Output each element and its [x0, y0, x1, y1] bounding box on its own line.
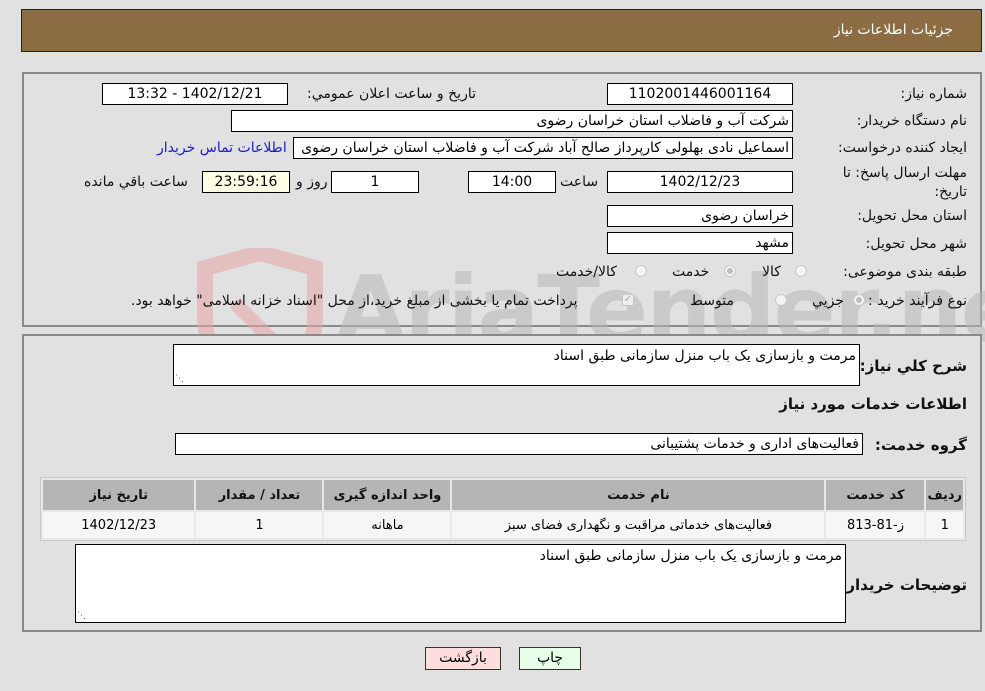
- page-header: جزئیات اطلاعات نیاز: [21, 9, 982, 52]
- description-textarea[interactable]: مرمت و بازسازی یک باب منزل سازمانی طبق ا…: [173, 344, 860, 386]
- deadline-time-label: ساعت: [560, 174, 599, 190]
- resize-grip-icon[interactable]: ⋰: [77, 612, 86, 621]
- services-title: اطلاعات خدمات مورد نیاز: [779, 395, 967, 413]
- col-quantity: تعداد / مقدار: [196, 480, 323, 510]
- cell-service-code: ز-81-813: [826, 512, 925, 538]
- category-radio-goods[interactable]: [795, 265, 807, 277]
- deadline-date-field: 1402/12/23: [607, 171, 793, 193]
- process-option-minor: جزيي: [812, 293, 844, 309]
- remaining-time-field: 23:59:16: [202, 171, 290, 193]
- buyer-org-field: شرکت آب و فاضلاب استان خراسان رضوی: [231, 110, 793, 132]
- resize-grip-icon[interactable]: ⋰: [175, 375, 184, 384]
- buyer-notes-label: توضیحات خریدار:: [840, 576, 967, 594]
- city-field: مشهد: [607, 232, 793, 254]
- deadline-label: مهلت ارسال پاسخ: تا تاریخ:: [842, 165, 967, 200]
- col-unit: واحد اندازه گیری: [324, 480, 451, 510]
- service-group-field: فعالیت‌های اداری و خدمات پشتیبانی: [175, 433, 863, 455]
- announce-label: تاریخ و ساعت اعلان عمومي:: [307, 86, 476, 102]
- category-option-goods: کالا: [762, 264, 781, 280]
- buyer-notes-text: مرمت و بازسازی یک باب منزل سازمانی طبق ا…: [539, 548, 842, 564]
- category-option-service: خدمت: [672, 264, 710, 280]
- process-radio-minor[interactable]: [853, 294, 865, 306]
- remaining-days-field: 1: [331, 171, 419, 193]
- category-label: طبقه بندی موضوعی:: [843, 264, 967, 280]
- col-service-code: کد خدمت: [826, 480, 925, 510]
- category-radio-service[interactable]: [724, 265, 736, 277]
- announce-field: 1402/12/21 - 13:32: [102, 83, 288, 105]
- days-label: روز و: [296, 174, 328, 190]
- province-field: خراسان رضوی: [607, 205, 793, 227]
- col-row-number: ردیف: [926, 480, 963, 510]
- description-label: شرح کلي نیاز:: [859, 357, 967, 375]
- requester-field: اسماعیل نادی بهلولی کارپرداز صالح آباد ش…: [293, 137, 793, 159]
- services-table: ردیف کد خدمت نام خدمت واحد اندازه گیری ت…: [40, 477, 966, 541]
- col-need-date: تاریخ نیاز: [43, 480, 195, 510]
- cell-unit: ماهانه: [324, 512, 451, 538]
- buyer-org-label: نام دستگاه خریدار:: [856, 113, 967, 129]
- buyer-contact-link[interactable]: اطلاعات تماس خریدار: [157, 140, 287, 156]
- service-group-label: گروه خدمت:: [874, 436, 967, 454]
- treasury-note: پرداخت تمام یا بخشی از مبلغ خرید،از محل …: [131, 293, 578, 309]
- city-label: شهر محل تحویل:: [865, 236, 967, 252]
- province-label: استان محل تحویل:: [857, 208, 967, 224]
- need-number-field: 1102001446001164: [607, 83, 793, 105]
- category-option-goods-service: کالا/خدمت: [556, 264, 617, 280]
- print-button[interactable]: چاپ: [519, 647, 581, 670]
- need-number-label: شماره نیاز:: [900, 86, 968, 102]
- page-title: جزئیات اطلاعات نیاز: [833, 22, 953, 38]
- process-label: نوع فرآیند خرید :: [868, 293, 967, 309]
- deadline-time-field: 14:00: [468, 171, 556, 193]
- process-option-medium: متوسط: [690, 293, 734, 309]
- remaining-label: ساعت باقي مانده: [84, 174, 188, 190]
- process-radio-medium[interactable]: [775, 294, 787, 306]
- back-button[interactable]: بازگشت: [425, 647, 501, 670]
- description-text: مرمت و بازسازی یک باب منزل سازمانی طبق ا…: [553, 348, 856, 364]
- cell-row-number: 1: [926, 512, 963, 538]
- category-radio-goods-service[interactable]: [635, 265, 647, 277]
- cell-need-date: 1402/12/23: [43, 512, 195, 538]
- cell-service-name: فعالیت‌های خدماتی مراقبت و نگهداری فضای …: [452, 512, 825, 538]
- buyer-notes-textarea[interactable]: مرمت و بازسازی یک باب منزل سازمانی طبق ا…: [75, 544, 846, 623]
- table-row: 1 ز-81-813 فعالیت‌های خدماتی مراقبت و نگ…: [43, 512, 963, 538]
- treasury-checkbox[interactable]: ✓: [622, 294, 634, 306]
- cell-quantity: 1: [196, 512, 323, 538]
- requester-label: ایجاد کننده درخواست:: [838, 140, 967, 156]
- col-service-name: نام خدمت: [452, 480, 825, 510]
- table-header-row: ردیف کد خدمت نام خدمت واحد اندازه گیری ت…: [43, 480, 963, 510]
